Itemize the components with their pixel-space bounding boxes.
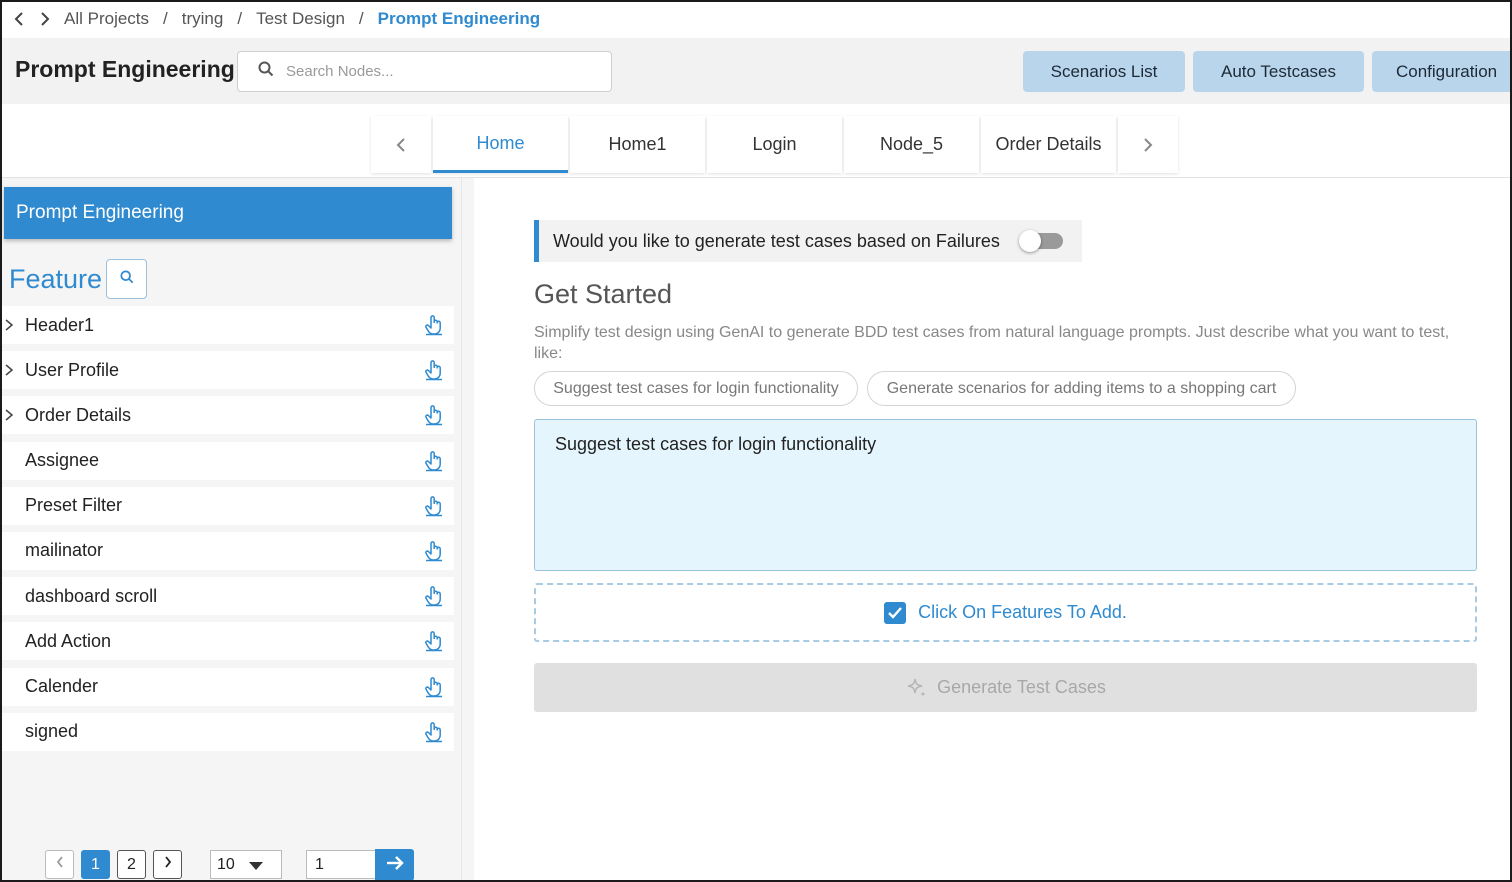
failure-toggle-label: Would you like to generate test cases ba… — [553, 230, 1000, 251]
list-item[interactable]: Calender — [0, 667, 454, 706]
hand-pointer-icon[interactable] — [423, 404, 445, 426]
chevron-right-icon[interactable] — [4, 406, 16, 424]
page-2-button[interactable]: 2 — [117, 850, 146, 879]
goto-page-value: 1 — [315, 855, 324, 873]
failure-toggle-switch[interactable] — [1019, 230, 1063, 252]
sidebar-header[interactable]: Prompt Engineering — [4, 187, 452, 239]
chevron-right-icon[interactable] — [4, 316, 16, 334]
page-size-value: 10 — [217, 855, 235, 873]
hand-pointer-icon[interactable] — [423, 540, 445, 562]
features-add-zone[interactable]: Click On Features To Add. — [534, 583, 1477, 642]
tab-home[interactable]: Home — [433, 116, 568, 173]
feature-search-button[interactable] — [106, 259, 147, 299]
hand-pointer-icon[interactable] — [423, 450, 445, 472]
feature-label: Add Action — [25, 630, 112, 651]
feature-list: Header1 User Profile Order Details Assig… — [0, 306, 454, 758]
next-page-button[interactable] — [153, 850, 182, 879]
scenarios-list-button[interactable]: Scenarios List — [1023, 51, 1185, 92]
forward-arrow-icon[interactable] — [32, 11, 58, 27]
breadcrumb: All Projects / trying / Test Design / Pr… — [0, 0, 1512, 38]
feature-label: Assignee — [25, 450, 100, 471]
list-item[interactable]: Header1 — [0, 306, 454, 344]
suggestion-chip-login[interactable]: Suggest test cases for login functionali… — [534, 371, 858, 406]
sparkle-icon — [905, 676, 929, 700]
checkbox-checked-icon[interactable] — [884, 601, 907, 624]
breadcrumb-trying[interactable]: trying — [182, 9, 224, 29]
search-icon — [119, 269, 134, 289]
hand-pointer-icon[interactable] — [423, 359, 445, 381]
search-nodes-input[interactable] — [286, 63, 586, 80]
goto-page-button[interactable] — [375, 849, 414, 881]
list-item[interactable]: Preset Filter — [0, 486, 454, 525]
main-panel: Would you like to generate test cases ba… — [474, 189, 1512, 882]
feature-label: Header1 — [25, 314, 95, 335]
tab-home1[interactable]: Home1 — [570, 116, 705, 173]
feature-sidebar: Prompt Engineering Feature Header1 User … — [0, 178, 462, 882]
hand-pointer-icon[interactable] — [423, 721, 445, 743]
list-item[interactable]: Assignee — [0, 441, 454, 480]
feature-label: signed — [25, 721, 79, 742]
hand-pointer-icon[interactable] — [423, 314, 445, 336]
list-item[interactable]: dashboard scroll — [0, 577, 454, 616]
tabs-prev-arrow-icon[interactable] — [371, 116, 431, 173]
breadcrumb-all-projects[interactable]: All Projects — [64, 9, 149, 29]
tab-node-5[interactable]: Node_5 — [844, 116, 979, 173]
generate-test-cases-button[interactable]: Generate Test Cases — [534, 663, 1477, 712]
hand-pointer-icon[interactable] — [423, 676, 445, 698]
tab-login[interactable]: Login — [707, 116, 842, 173]
feature-label: dashboard scroll — [25, 585, 158, 606]
feature-label: Order Details — [25, 404, 132, 425]
list-item[interactable]: mailinator — [0, 531, 454, 570]
feature-label: Calender — [25, 676, 99, 696]
feature-label: mailinator — [25, 540, 104, 561]
back-arrow-icon[interactable] — [6, 11, 32, 27]
generate-label: Generate Test Cases — [937, 677, 1106, 697]
list-item[interactable]: Add Action — [0, 622, 454, 661]
prev-page-button[interactable] — [45, 850, 74, 879]
hand-pointer-icon[interactable] — [423, 495, 445, 517]
feature-label: User Profile — [25, 359, 120, 380]
header-bar: Prompt Engineering Scenarios List Auto T… — [0, 38, 1512, 104]
breadcrumb-separator: / — [358, 9, 364, 28]
features-add-label: Click On Features To Add. — [918, 602, 1127, 622]
hand-pointer-icon[interactable] — [423, 585, 445, 607]
list-item[interactable]: User Profile — [0, 351, 454, 390]
configuration-button[interactable]: Configuration — [1372, 51, 1512, 92]
page-title: Prompt Engineering — [15, 56, 235, 82]
list-item[interactable]: signed — [0, 712, 454, 751]
breadcrumb-test-design[interactable]: Test Design — [256, 9, 345, 29]
prompt-textarea[interactable]: Suggest test cases for login functionali… — [534, 419, 1477, 571]
breadcrumb-separator: / — [237, 9, 243, 28]
search-icon — [258, 61, 274, 82]
goto-page-input[interactable]: 1 — [306, 850, 375, 879]
search-nodes-box[interactable] — [237, 51, 612, 92]
failure-toggle-row: Would you like to generate test cases ba… — [534, 220, 1082, 262]
list-item[interactable]: Order Details — [0, 396, 454, 435]
get-started-heading: Get Started — [534, 279, 673, 309]
suggestion-chip-shopping-cart[interactable]: Generate scenarios for adding items to a… — [867, 371, 1296, 406]
node-tabs: Home Home1 Login Node_5 Order Details — [371, 116, 1178, 173]
breadcrumb-separator: / — [163, 9, 168, 28]
feature-title: Feature — [9, 264, 103, 294]
feature-label: Preset Filter — [25, 495, 123, 516]
intro-text: Simplify test design using GenAI to gene… — [534, 324, 1450, 362]
tab-order-details[interactable]: Order Details — [981, 116, 1116, 173]
toggle-knob — [1019, 230, 1041, 252]
chevron-right-icon[interactable] — [4, 361, 16, 379]
hand-pointer-icon[interactable] — [423, 630, 445, 652]
auto-testcases-button[interactable]: Auto Testcases — [1193, 51, 1364, 92]
breadcrumb-current: Prompt Engineering — [377, 9, 541, 28]
caret-down-icon — [249, 862, 263, 870]
tabs-next-arrow-icon[interactable] — [1118, 116, 1178, 173]
page-1-button[interactable]: 1 — [81, 850, 110, 879]
chevron-right-icon — [164, 855, 172, 874]
content-gutter — [462, 178, 474, 882]
pagination: 1 2 10 1 — [0, 848, 462, 882]
arrow-right-icon — [385, 855, 405, 876]
page-size-select[interactable]: 10 — [210, 850, 282, 879]
chevron-left-icon — [56, 855, 64, 874]
